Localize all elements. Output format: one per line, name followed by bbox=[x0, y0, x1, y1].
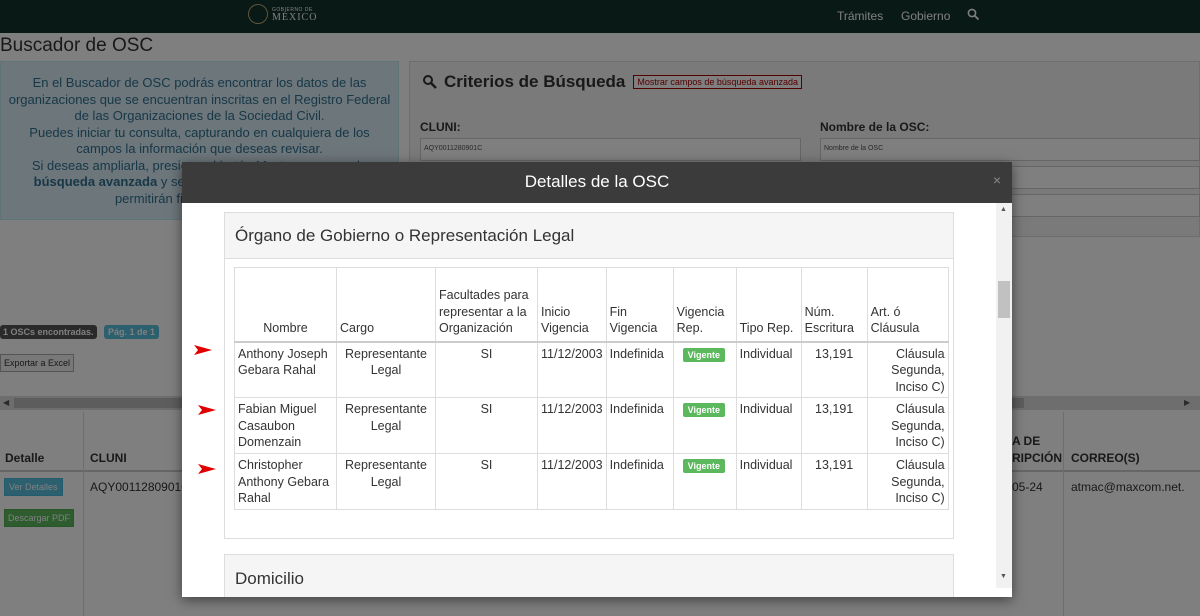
domicilio-panel: Domicilio bbox=[224, 554, 954, 597]
modal-title: Detalles de la OSC bbox=[524, 172, 670, 191]
cell-cargo: Representante Legal bbox=[336, 341, 436, 398]
cell-vigencia: Vigente bbox=[672, 397, 737, 454]
modal-header: Detalles de la OSC × bbox=[182, 162, 1012, 203]
col-inicio-vigencia: Inicio Vigencia bbox=[537, 267, 607, 342]
vigente-badge: Vigente bbox=[682, 403, 725, 417]
close-icon[interactable]: × bbox=[993, 172, 1001, 188]
col-cargo: Cargo bbox=[336, 267, 436, 342]
annotation-arrow-icon bbox=[194, 345, 212, 355]
cell-fin: Indefinida bbox=[605, 341, 674, 398]
vigente-badge: Vigente bbox=[682, 459, 725, 473]
cell-inicio: 11/12/2003 bbox=[537, 453, 607, 510]
col-facultades: Facultades para representar a la Organiz… bbox=[435, 267, 538, 342]
cell-inicio: 11/12/2003 bbox=[537, 397, 607, 454]
annotation-arrow-icon bbox=[198, 405, 216, 415]
cell-clausula: Cláusula Segunda, Inciso C) bbox=[866, 397, 949, 454]
col-vigencia-rep: Vigencia Rep. bbox=[672, 267, 737, 342]
cell-cargo: Representante Legal bbox=[336, 453, 436, 510]
cell-fin: Indefinida bbox=[605, 453, 674, 510]
table-header-row: Nombre Cargo Facultades para representar… bbox=[234, 267, 949, 342]
table-row: Christopher Anthony Gebara Rahal Represe… bbox=[234, 453, 949, 510]
table-row: Fabian Miguel Casaubon Domenzain Represe… bbox=[234, 397, 949, 454]
cell-facultades: SI bbox=[435, 397, 538, 454]
representatives-table: Nombre Cargo Facultades para representar… bbox=[234, 267, 949, 510]
col-tipo-rep: Tipo Rep. bbox=[735, 267, 802, 342]
cell-nombre: Fabian Miguel Casaubon Domenzain bbox=[234, 397, 337, 454]
vigente-badge: Vigente bbox=[682, 347, 725, 362]
col-num-escritura: Núm. Escritura bbox=[800, 267, 868, 342]
table-row: Anthony Joseph Gebara Rahal Representant… bbox=[234, 341, 949, 398]
osc-details-modal: Detalles de la OSC × Órgano de Gobierno … bbox=[182, 162, 1012, 597]
cell-clausula: Cláusula Segunda, Inciso C) bbox=[866, 453, 949, 510]
cell-tipo: Individual bbox=[735, 341, 802, 398]
annotation-arrow-icon bbox=[198, 464, 216, 474]
domicilio-title: Domicilio bbox=[235, 569, 304, 588]
col-fin-vigencia: Fin Vigencia bbox=[605, 267, 674, 342]
scroll-up-icon[interactable]: ▲ bbox=[1000, 206, 1007, 213]
cell-cargo: Representante Legal bbox=[336, 397, 436, 454]
cell-facultades: SI bbox=[435, 341, 538, 398]
cell-clausula: Cláusula Segunda, Inciso C) bbox=[866, 341, 949, 398]
cell-vigencia: Vigente bbox=[672, 341, 737, 398]
col-nombre: Nombre bbox=[234, 267, 337, 342]
scroll-down-icon[interactable]: ▼ bbox=[1000, 573, 1007, 580]
cell-vigencia: Vigente bbox=[672, 453, 737, 510]
modal-scrollbar[interactable]: ▲ ▼ bbox=[996, 203, 1012, 588]
section-title: Órgano de Gobierno o Representación Lega… bbox=[235, 226, 575, 245]
modal-scrollbar-thumb[interactable] bbox=[998, 281, 1010, 318]
cell-nombre: Anthony Joseph Gebara Rahal bbox=[234, 341, 337, 398]
cell-tipo: Individual bbox=[735, 453, 802, 510]
panel-heading: Domicilio bbox=[225, 555, 953, 597]
panel-heading: Órgano de Gobierno o Representación Lega… bbox=[225, 213, 953, 259]
cell-inicio: 11/12/2003 bbox=[537, 341, 607, 398]
cell-tipo: Individual bbox=[735, 397, 802, 454]
cell-escritura: 13,191 bbox=[800, 341, 868, 398]
modal-body: Órgano de Gobierno o Representación Lega… bbox=[182, 203, 1012, 597]
cell-nombre: Christopher Anthony Gebara Rahal bbox=[234, 453, 337, 510]
cell-escritura: 13,191 bbox=[800, 397, 868, 454]
cell-facultades: SI bbox=[435, 453, 538, 510]
cell-fin: Indefinida bbox=[605, 397, 674, 454]
cell-escritura: 13,191 bbox=[800, 453, 868, 510]
col-art-clausula: Art. ó Cláusula bbox=[866, 267, 949, 342]
